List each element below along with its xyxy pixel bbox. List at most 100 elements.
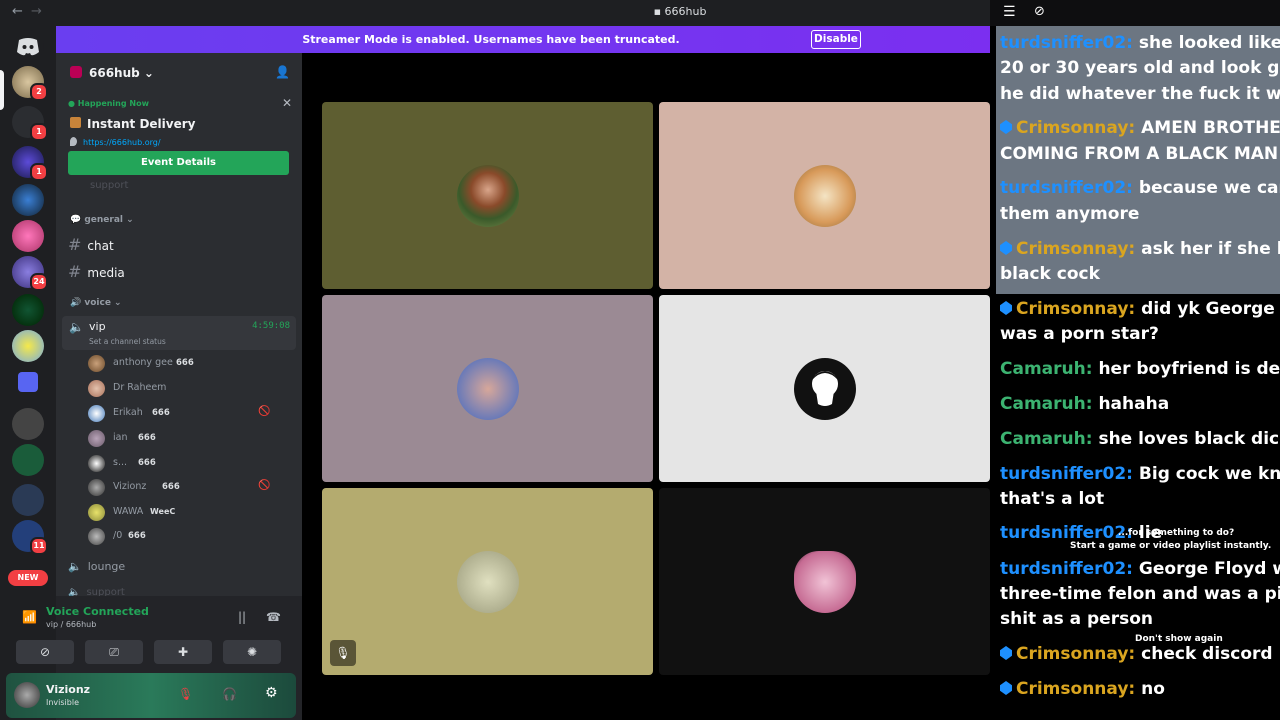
noise-suppression-icon[interactable]: || <box>238 610 246 624</box>
participant-tile[interactable] <box>659 102 990 289</box>
title-bar: ← → ▪ 666hub <box>0 0 990 24</box>
voice-member[interactable]: Vizionz 666 🚫 <box>88 476 294 498</box>
server-icon[interactable] <box>12 184 44 216</box>
package-icon <box>70 117 81 128</box>
event-title: Instant Delivery <box>87 117 196 131</box>
hide-icon[interactable]: ⊘ <box>1034 4 1045 19</box>
channel-chat[interactable]: # chat <box>68 235 114 254</box>
badge-icon <box>1000 681 1012 695</box>
member-name: Vizionz <box>113 481 147 492</box>
voice-call-stage: 🎙 <box>302 53 990 720</box>
muted-icon: 🚫 <box>258 406 271 417</box>
selected-server-pill <box>0 70 4 110</box>
chat-username: Crimsonnay: <box>1016 118 1136 138</box>
mic-muted-icon[interactable]: 🎙 <box>178 687 193 701</box>
participant-avatar <box>457 165 519 227</box>
server-icon[interactable] <box>12 444 44 476</box>
disconnect-icon[interactable]: ☎ <box>266 610 281 624</box>
server-header[interactable]: 666hub ⌄ 👤 <box>56 53 302 91</box>
participant-tile[interactable] <box>659 295 990 482</box>
menu-icon[interactable]: ☰ <box>1003 4 1016 20</box>
server-icon[interactable] <box>12 484 44 516</box>
chat-message: Crimsonnay: no <box>1000 676 1280 702</box>
event-details-button[interactable]: Event Details <box>68 151 289 175</box>
member-tag: 666 <box>138 433 156 443</box>
voice-member[interactable]: Erikah 666 🚫 <box>88 402 294 424</box>
signal-icon[interactable]: 📶 <box>22 610 37 624</box>
voice-channel-vip[interactable]: 🔈 vip 4:59:08 Set a channel status <box>62 316 296 350</box>
chat-text: was a porn star? <box>1000 324 1159 344</box>
screen-share-button[interactable]: ⎚ <box>85 640 143 664</box>
voice-member[interactable]: anthony gee 666 <box>88 352 294 374</box>
chat-message: Crimsonnay: ask her if she lov <box>1000 236 1280 262</box>
server-icon[interactable] <box>12 294 44 326</box>
hash-icon: # <box>68 262 82 281</box>
server-icon[interactable] <box>12 408 44 440</box>
server-icon[interactable]: 24 <box>12 256 48 291</box>
participant-avatar <box>457 358 519 420</box>
event-url[interactable]: https://666hub.org/ <box>83 138 161 147</box>
chat-text: did yk George Fl <box>1141 299 1280 319</box>
server-icon[interactable]: 1 <box>12 146 48 181</box>
participant-tile[interactable] <box>322 295 653 482</box>
mention-badge: 11 <box>30 537 48 555</box>
chevron-down-icon: ⌄ <box>143 66 154 80</box>
avatar <box>88 504 105 521</box>
voice-connected-label[interactable]: Voice Connected <box>46 605 149 618</box>
disable-streamer-mode-button[interactable]: Disable <box>811 30 861 49</box>
chat-text: no <box>1135 679 1165 699</box>
new-badge[interactable]: NEW <box>8 570 48 586</box>
chat-username: turdsniffer02: <box>1000 523 1133 543</box>
voice-channel-lounge[interactable]: 🔈 lounge <box>68 560 125 573</box>
member-tag: 666 <box>128 531 146 541</box>
speaker-icon: 🔈 <box>68 560 82 573</box>
soundboard-button[interactable]: ✺ <box>223 640 281 664</box>
chat-message: Crimsonnay: did yk George Fl <box>1000 296 1280 322</box>
invite-people-icon[interactable]: 👤 <box>275 65 290 79</box>
avatar <box>88 479 105 496</box>
chat-username: Camaruh: <box>1000 359 1093 379</box>
chat-username: Crimsonnay: <box>1016 299 1136 319</box>
member-name: ian <box>113 432 128 443</box>
chat-message: turdsniffer02: Big cock we know <box>1000 461 1280 487</box>
chat-text: that's a lot <box>1000 489 1105 509</box>
channel-media[interactable]: # media <box>68 262 125 281</box>
participant-tile[interactable] <box>659 488 990 675</box>
avatar[interactable] <box>14 682 40 708</box>
chat-text: hahaha <box>1092 394 1170 414</box>
dont-show-again[interactable]: Don't show again <box>1135 634 1223 644</box>
activities-button[interactable]: ✚ <box>154 640 212 664</box>
voice-member[interactable]: WAWA WeeC <box>88 501 294 523</box>
server-icon[interactable] <box>12 220 44 252</box>
voice-member[interactable]: /0 666 <box>88 525 294 547</box>
close-icon[interactable]: ✕ <box>282 96 292 110</box>
chat-message: turdsniffer02: because we can't c <box>1000 175 1280 201</box>
voice-member[interactable]: s... 666 <box>88 452 294 474</box>
server-name: 666hub ⌄ <box>89 66 154 80</box>
category-voice[interactable]: 🔊 voice ⌄ <box>70 298 122 308</box>
server-icon[interactable] <box>12 330 44 362</box>
server-icon-666hub[interactable]: 2 <box>12 66 48 101</box>
chat-username: turdsniffer02: <box>1000 178 1133 198</box>
discord-home-icon[interactable] <box>12 30 44 62</box>
chat-username: Crimsonnay: <box>1016 679 1136 699</box>
folder-icon[interactable] <box>18 372 38 392</box>
member-tag: 666 <box>138 458 156 468</box>
settings-gear-icon[interactable]: ⚙ <box>265 685 278 701</box>
server-icon[interactable]: 11 <box>12 520 48 555</box>
username[interactable]: Vizionz <box>46 683 90 696</box>
server-icon[interactable]: 1 <box>12 106 48 141</box>
deafen-icon[interactable]: 🎧 <box>222 687 237 701</box>
channel-status[interactable]: Set a channel status <box>89 337 166 346</box>
badge-icon <box>1000 241 1012 255</box>
participant-tile[interactable] <box>322 102 653 289</box>
voice-member[interactable]: ian 666 <box>88 427 294 449</box>
chat-text: her boyfriend is def bl <box>1098 359 1280 379</box>
voice-member[interactable]: Dr Raheem <box>88 377 294 399</box>
chat-message: shit as a person <box>1000 606 1280 632</box>
user-panel: Vizionz Invisible 🎙 🎧 ⚙ <box>6 673 296 718</box>
participant-tile[interactable]: 🎙 <box>322 488 653 675</box>
chat-message: Camaruh: she loves black dick <box>1000 426 1280 452</box>
category-general[interactable]: 💬 general ⌄ <box>70 215 134 225</box>
camera-button[interactable]: ⊘ <box>16 640 74 664</box>
